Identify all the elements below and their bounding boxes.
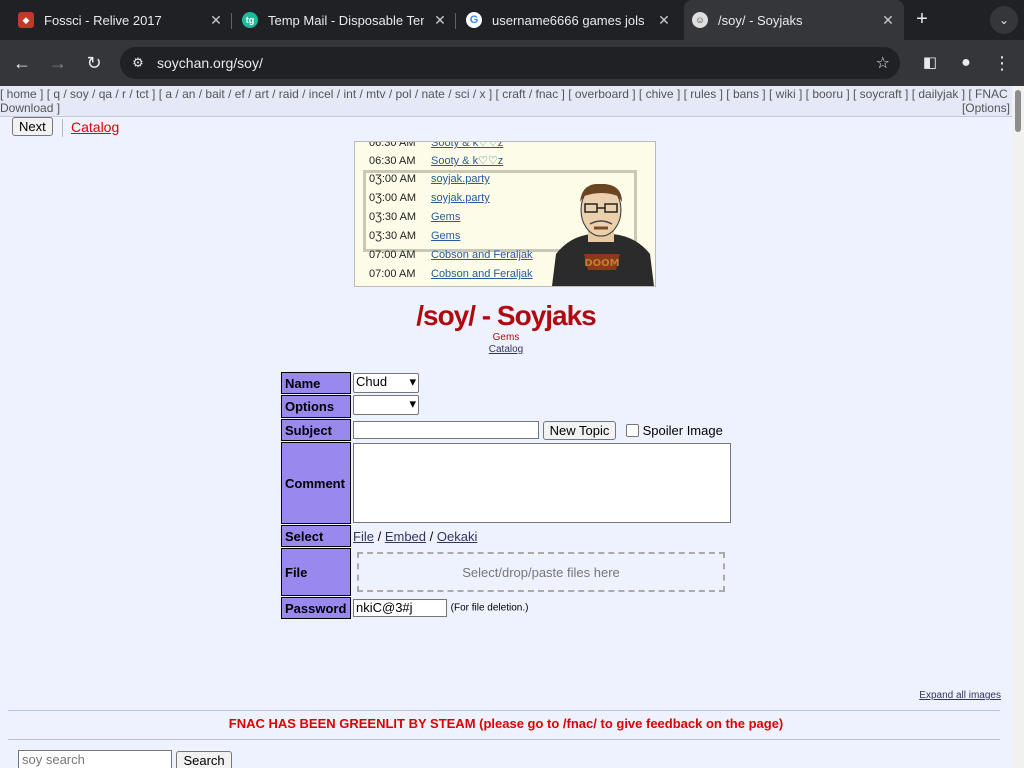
- select-file-link[interactable]: File: [353, 529, 374, 544]
- close-icon[interactable]: ✕: [432, 12, 448, 29]
- tempmail-icon: tg: [242, 12, 258, 28]
- tab-tempmail[interactable]: tg Temp Mail - Disposable Temporary Emai…: [234, 4, 456, 36]
- announcement: FNAC HAS BEEN GREENLIT BY STEAM (please …: [228, 716, 784, 731]
- back-button[interactable]: ←: [8, 49, 36, 77]
- new-tab-button[interactable]: +: [908, 6, 936, 34]
- post-form: Name Chud ▾ Options ▾ Subject New Topic S…: [280, 371, 733, 620]
- divider: [8, 739, 1000, 740]
- close-icon[interactable]: ✕: [656, 12, 672, 29]
- address-bar[interactable]: ⚙ soychan.org/soy/ ☆: [120, 47, 900, 79]
- select-oekaki-link[interactable]: Oekaki: [437, 529, 477, 544]
- schedule-row: 07:00 AM Cobson and Feraljak: [369, 249, 533, 261]
- url-text: soychan.org/soy/: [157, 55, 263, 71]
- scrollbar-thumb[interactable]: [1015, 90, 1021, 132]
- page-scrollbar[interactable]: [1012, 86, 1024, 768]
- reload-button[interactable]: ↻: [80, 49, 108, 77]
- divider: [8, 710, 1000, 711]
- board-list-links[interactable]: [ home ] [ q / soy / qa / r / tct ] [ a …: [0, 87, 1008, 101]
- board-list: [ home ] [ q / soy / qa / r / tct ] [ a …: [0, 86, 1012, 117]
- options-label: Options: [281, 395, 351, 418]
- search-bar: soy search Search: [18, 750, 232, 768]
- schedule-row: 0Ʒ:30 AM Gems: [369, 211, 461, 223]
- soyjak-icon: ☺: [692, 12, 708, 28]
- next-button[interactable]: Next: [12, 117, 53, 136]
- options-select[interactable]: ▾: [353, 395, 419, 415]
- schedule-row: 0Ʒ:30 AM Gems: [369, 230, 461, 242]
- site-info-icon[interactable]: ⚙: [128, 53, 148, 73]
- page-content: [ home ] [ q / soy / qa / r / tct ] [ a …: [0, 86, 1012, 768]
- side-panel-icon[interactable]: ◧: [916, 49, 944, 77]
- comment-label: Comment: [281, 442, 351, 524]
- select-embed-link[interactable]: Embed: [385, 529, 426, 544]
- password-input[interactable]: nkiC@3#j: [353, 599, 447, 617]
- browser-toolbar: ← → ↻ ⚙ soychan.org/soy/ ☆ ◧ ● ⋮: [0, 40, 1024, 86]
- board-list-links-cont[interactable]: Download ]: [0, 101, 60, 115]
- top-nav: Next Catalog: [0, 117, 1012, 141]
- file-dropzone[interactable]: Select/drop/paste files here: [357, 552, 725, 592]
- board-title: /soy/ - Soyjaks: [416, 300, 597, 331]
- new-topic-button[interactable]: New Topic: [542, 420, 617, 440]
- menu-icon[interactable]: ⋮: [988, 49, 1016, 77]
- board-subtitle: Gems: [492, 332, 520, 343]
- forward-button[interactable]: →: [44, 49, 72, 77]
- tab-fossci[interactable]: ◆ Fossci - Relive 2017 ✕: [10, 4, 232, 36]
- schedule-row: 0Ʒ:00 AM soyjak.party: [369, 192, 490, 204]
- password-hint: (For file deletion.): [450, 602, 529, 614]
- chevron-down-icon: ▾: [409, 374, 416, 389]
- tab-title: Fossci - Relive 2017: [44, 12, 162, 28]
- tab-google[interactable]: G username6666 games jols ✕: [458, 4, 680, 36]
- separator: /: [429, 528, 434, 544]
- expand-all-images-link[interactable]: Expand all images: [919, 690, 1001, 701]
- tab-title: Temp Mail - Disposable Temporary Email: [268, 12, 424, 28]
- password-label: Password: [281, 597, 351, 619]
- search-input[interactable]: soy search: [18, 750, 172, 768]
- subject-input[interactable]: [353, 421, 539, 439]
- separator: /: [377, 528, 382, 544]
- soyjak-character-illustration: DOOM: [552, 184, 654, 286]
- schedule-row: 06:30 AM Sooty & k♡♡z: [369, 155, 504, 167]
- search-button[interactable]: Search: [176, 750, 232, 768]
- select-label: Select: [281, 525, 351, 547]
- schedule-row: 06:30 AM Sooty & k♡♡z: [369, 141, 504, 149]
- close-icon[interactable]: ✕: [880, 12, 896, 29]
- comment-textarea[interactable]: [353, 443, 731, 523]
- catalog-link-small[interactable]: Catalog: [0, 344, 1012, 355]
- chevron-down-icon: ▾: [409, 396, 416, 411]
- profile-icon[interactable]: ●: [952, 49, 980, 77]
- name-select[interactable]: Chud ▾: [353, 373, 419, 393]
- schedule-row: 0Ʒ:00 AM soyjak.party: [369, 173, 490, 185]
- schedule-row: 07:00 AM Cobson and Feraljak: [369, 268, 533, 280]
- options-link[interactable]: [Options]: [962, 101, 1010, 115]
- spoiler-checkbox[interactable]: [625, 423, 639, 437]
- fossci-icon: ◆: [18, 12, 34, 28]
- google-icon: G: [466, 12, 482, 28]
- file-label: File: [281, 548, 351, 596]
- tab-title: /soy/ - Soyjaks: [718, 12, 803, 28]
- board-banner[interactable]: 06:30 AM Sooty & k♡♡z 06:30 AM Sooty & k♡♡…: [354, 141, 656, 287]
- tab-title: username6666 games jols: [492, 12, 645, 28]
- tab-search-button[interactable]: ⌄: [990, 6, 1018, 34]
- catalog-link[interactable]: Catalog: [71, 119, 119, 135]
- close-icon[interactable]: ✕: [208, 12, 224, 29]
- tab-bar: ◆ Fossci - Relive 2017 ✕ tg Temp Mail - …: [0, 0, 1024, 40]
- svg-text:DOOM: DOOM: [584, 258, 619, 269]
- spoiler-label: Spoiler Image: [642, 422, 723, 438]
- bookmark-star-icon[interactable]: ☆: [876, 53, 890, 73]
- name-label: Name: [281, 372, 351, 394]
- tab-soyjaks[interactable]: ☺ /soy/ - Soyjaks ✕: [684, 0, 904, 40]
- divider: [62, 119, 63, 137]
- subject-label: Subject: [281, 419, 351, 441]
